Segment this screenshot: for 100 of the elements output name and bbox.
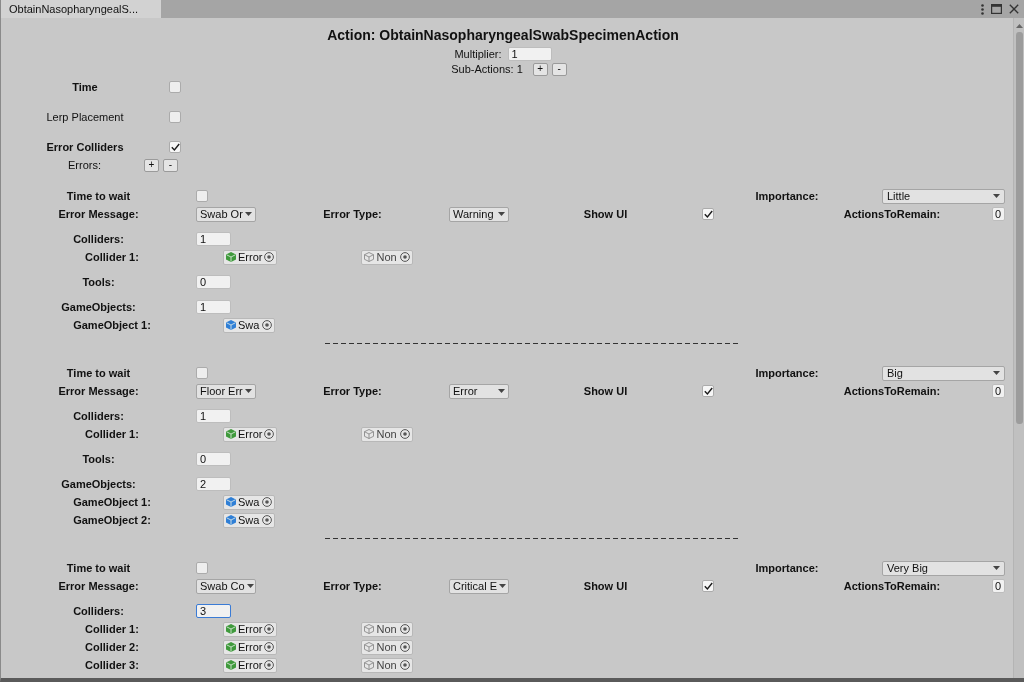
object-field[interactable]: Non xyxy=(361,249,414,265)
checkmark-icon xyxy=(170,143,180,151)
checkbox[interactable] xyxy=(196,367,208,379)
field-label: GameObjects: xyxy=(60,301,137,313)
tab[interactable]: ObtainNasopharyngealS... xyxy=(1,0,161,18)
checkbox[interactable] xyxy=(196,562,208,574)
number-field[interactable]: 1 xyxy=(196,232,231,246)
cube-icon xyxy=(226,252,236,262)
caret-icon xyxy=(993,371,1000,375)
checkbox[interactable] xyxy=(169,81,181,93)
field-label: Collider 2: xyxy=(84,641,140,653)
number-field[interactable]: 1 xyxy=(196,300,231,314)
field-label: Importance: xyxy=(754,190,820,202)
object-field[interactable]: Swa xyxy=(223,512,275,528)
field-label: Lerp Placement xyxy=(45,111,125,123)
number-field[interactable]: 0 xyxy=(992,579,1005,593)
object-field[interactable]: Error xyxy=(223,657,278,673)
field-label: Time to wait xyxy=(65,562,132,574)
object-field[interactable]: Non xyxy=(361,657,414,673)
scrollbar[interactable] xyxy=(1013,18,1024,678)
cube-outline-icon xyxy=(364,429,375,439)
field-label: Time to wait xyxy=(65,367,132,379)
field-label: Multiplier: xyxy=(454,47,502,60)
field-label: Error Type: xyxy=(322,208,383,220)
field-label: Sub-Actions: 1 xyxy=(451,63,523,75)
dropdown[interactable]: Swab Co xyxy=(196,578,256,594)
add-button[interactable]: + xyxy=(144,158,159,172)
field-label: Colliders: xyxy=(72,410,125,422)
object-field[interactable]: Non xyxy=(361,639,414,655)
field-label: Time xyxy=(71,81,99,93)
caret-icon xyxy=(245,212,252,216)
checkbox[interactable] xyxy=(196,190,208,202)
field-label: Errors: xyxy=(68,159,101,171)
dropdown[interactable]: Warning xyxy=(449,206,509,222)
checkbox[interactable] xyxy=(702,385,714,397)
object-field[interactable]: Error xyxy=(223,426,278,442)
target-icon xyxy=(400,642,411,652)
field-label: Time to wait xyxy=(65,190,132,202)
object-field[interactable]: Non xyxy=(361,426,414,442)
field-label: Error Message: xyxy=(57,580,140,592)
kebab-menu-icon[interactable] xyxy=(981,3,984,15)
target-icon xyxy=(400,252,411,262)
number-field[interactable]: 3 xyxy=(196,604,231,618)
object-field[interactable]: Swa xyxy=(223,494,275,510)
maximize-icon[interactable] xyxy=(991,4,1002,14)
number-field[interactable]: 0 xyxy=(992,384,1005,398)
dropdown[interactable]: Little xyxy=(882,188,1005,204)
target-icon xyxy=(264,642,275,652)
scrollbar-thumb[interactable] xyxy=(1015,32,1023,424)
caret-icon xyxy=(499,584,506,588)
number-field[interactable]: 2 xyxy=(196,477,231,491)
checkbox[interactable] xyxy=(702,580,714,592)
number-field[interactable]: 0 xyxy=(196,452,231,466)
object-field[interactable]: Error xyxy=(223,639,278,655)
cube-outline-icon xyxy=(364,624,375,634)
object-field[interactable]: Non xyxy=(361,621,414,637)
add-button[interactable]: + xyxy=(532,62,548,76)
field-label: Collider 1: xyxy=(84,428,140,440)
target-icon xyxy=(264,252,275,262)
panel-title: Action: ObtainNasopharyngealSwabSpecimenAction xyxy=(326,27,680,43)
dropdown[interactable]: Floor Err xyxy=(196,383,256,399)
cube-icon xyxy=(226,497,236,507)
cube-outline-icon xyxy=(364,660,375,670)
target-icon xyxy=(264,429,275,439)
checkbox[interactable] xyxy=(169,141,181,153)
checkmark-icon xyxy=(703,210,713,218)
field-label: ActionsToRemain: xyxy=(842,385,942,397)
cube-icon xyxy=(226,624,236,634)
number-field[interactable]: 0 xyxy=(196,275,231,289)
dropdown[interactable]: Big xyxy=(882,365,1005,381)
dropdown[interactable]: Critical E xyxy=(449,578,509,594)
object-field[interactable]: Swa xyxy=(223,317,275,333)
dropdown[interactable]: Swab Or xyxy=(196,206,256,222)
field-label: Colliders: xyxy=(72,605,125,617)
target-icon xyxy=(264,624,275,634)
cube-icon xyxy=(226,429,236,439)
target-icon xyxy=(400,660,411,670)
close-icon[interactable] xyxy=(1009,4,1019,14)
caret-icon xyxy=(498,212,505,216)
checkbox[interactable] xyxy=(702,208,714,220)
dropdown[interactable]: Error xyxy=(449,383,509,399)
remove-button[interactable]: - xyxy=(551,62,567,76)
caret-icon xyxy=(498,389,505,393)
object-field[interactable]: Error xyxy=(223,249,278,265)
target-icon xyxy=(400,624,411,634)
number-field[interactable]: 1 xyxy=(196,409,231,423)
checkbox[interactable] xyxy=(169,111,181,123)
checkmark-icon xyxy=(703,582,713,590)
field-label: Collider 1: xyxy=(84,251,140,263)
field-label: Error Message: xyxy=(57,208,140,220)
field-label: Tools: xyxy=(81,276,116,288)
number-field[interactable]: 1 xyxy=(507,46,552,61)
dropdown[interactable]: Very Big xyxy=(882,560,1005,576)
field-label: Error Message: xyxy=(57,385,140,397)
up-arrow-icon[interactable] xyxy=(1015,24,1023,28)
remove-button[interactable]: - xyxy=(163,158,178,172)
field-label: Tools: xyxy=(81,453,116,465)
number-field[interactable]: 0 xyxy=(992,207,1005,221)
object-field[interactable]: Error xyxy=(223,621,278,637)
field-label: Error Type: xyxy=(322,580,383,592)
